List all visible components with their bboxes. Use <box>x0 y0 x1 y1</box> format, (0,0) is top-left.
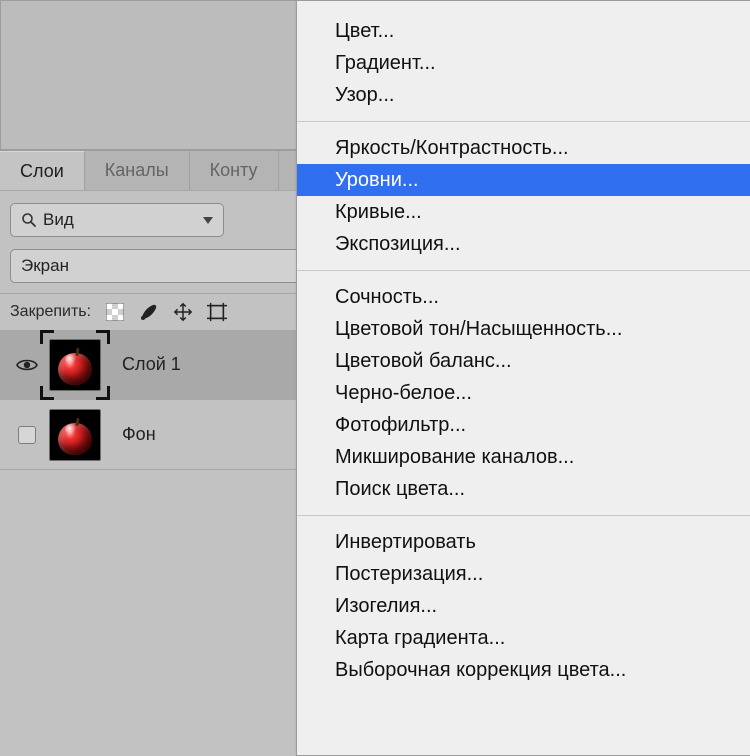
menu-item-brightness-contrast[interactable]: Яркость/Контрастность... <box>297 132 750 164</box>
visibility-toggle[interactable] <box>10 357 44 373</box>
search-icon <box>21 212 37 228</box>
lock-label: Закрепить: <box>10 303 91 321</box>
tab-paths[interactable]: Конту <box>190 151 279 190</box>
menu-separator <box>297 121 750 122</box>
layer-name[interactable]: Слой 1 <box>122 354 181 375</box>
menu-separator <box>297 270 750 271</box>
chevron-down-icon <box>203 217 213 224</box>
menu-item-invert[interactable]: Инвертировать <box>297 526 750 558</box>
menu-item-pattern[interactable]: Узор... <box>297 79 750 111</box>
kind-select[interactable]: Вид <box>10 203 224 237</box>
menu-item-exposure[interactable]: Экспозиция... <box>297 228 750 260</box>
visibility-toggle[interactable] <box>10 426 44 444</box>
menu-item-levels[interactable]: Уровни... <box>297 164 750 196</box>
eye-icon <box>16 357 38 373</box>
menu-item-gradient-map[interactable]: Карта градиента... <box>297 622 750 654</box>
layer-thumbnail[interactable] <box>44 404 106 466</box>
menu-item-solid-color[interactable]: Цвет... <box>297 15 750 47</box>
menu-item-curves[interactable]: Кривые... <box>297 196 750 228</box>
lock-artboard-icon[interactable] <box>207 302 227 322</box>
menu-item-threshold[interactable]: Изогелия... <box>297 590 750 622</box>
menu-item-black-white[interactable]: Черно-белое... <box>297 377 750 409</box>
menu-separator <box>297 515 750 516</box>
lock-position-icon[interactable] <box>173 302 193 322</box>
menu-item-posterize[interactable]: Постеризация... <box>297 558 750 590</box>
menu-item-color-balance[interactable]: Цветовой баланс... <box>297 345 750 377</box>
blend-mode-label: Экран <box>21 256 69 276</box>
adjustment-layer-menu: Цвет... Градиент... Узор... Яркость/Конт… <box>296 0 750 756</box>
lock-transparency-icon[interactable] <box>105 302 125 322</box>
kind-select-label: Вид <box>43 210 74 230</box>
layer-name[interactable]: Фон <box>122 424 156 445</box>
tab-layers[interactable]: Слои <box>0 151 85 190</box>
tab-channels[interactable]: Каналы <box>85 151 190 190</box>
layer-thumbnail[interactable] <box>44 334 106 396</box>
layers-panel: Слои Каналы Конту Вид Экран Закрепить: <box>0 0 750 756</box>
visibility-off-icon <box>18 426 36 444</box>
menu-item-vibrance[interactable]: Сочность... <box>297 281 750 313</box>
menu-item-gradient[interactable]: Градиент... <box>297 47 750 79</box>
menu-item-photo-filter[interactable]: Фотофильтр... <box>297 409 750 441</box>
menu-item-hue-saturation[interactable]: Цветовой тон/Насыщенность... <box>297 313 750 345</box>
lock-paint-icon[interactable] <box>139 302 159 322</box>
menu-item-color-lookup[interactable]: Поиск цвета... <box>297 473 750 505</box>
menu-item-channel-mixer[interactable]: Микширование каналов... <box>297 441 750 473</box>
menu-item-selective-color[interactable]: Выборочная коррекция цвета... <box>297 654 750 686</box>
